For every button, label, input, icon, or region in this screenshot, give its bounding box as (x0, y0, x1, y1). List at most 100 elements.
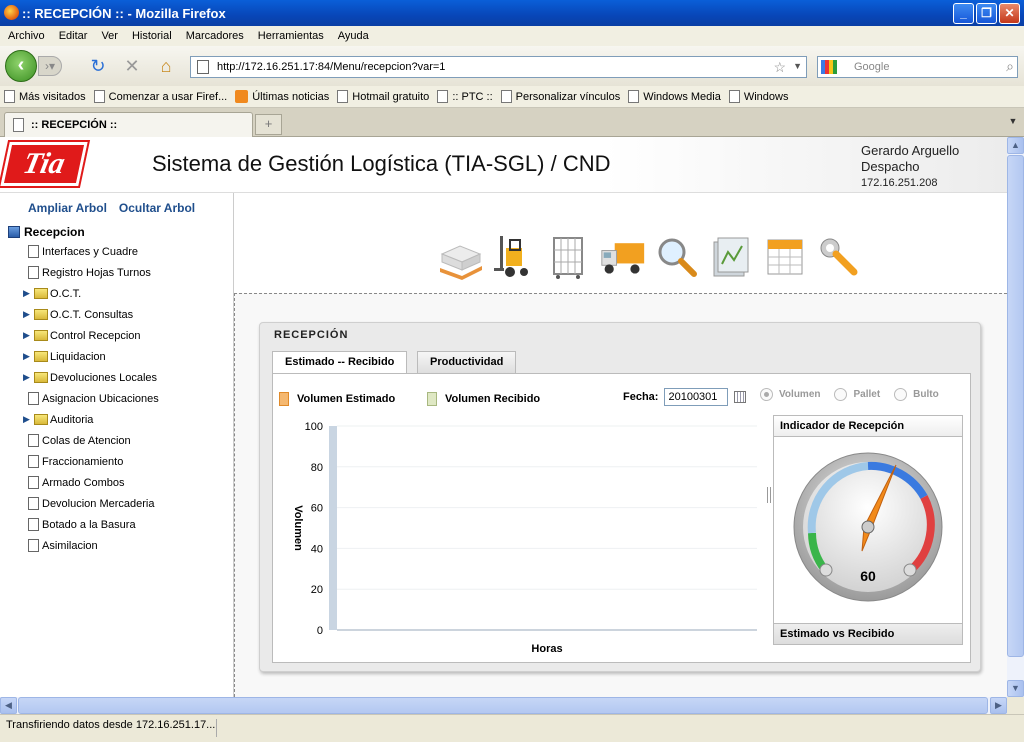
bookmark-ultimas-noticias[interactable]: Últimas noticias (235, 90, 329, 103)
close-button[interactable]: ✕ (999, 3, 1020, 24)
menu-historial[interactable]: Historial (132, 30, 172, 42)
cart-icon[interactable] (546, 233, 592, 281)
hide-tree-link[interactable]: Ocultar Arbol (119, 201, 195, 215)
pallet-icon[interactable] (438, 233, 484, 281)
magnifier-icon[interactable] (654, 233, 700, 281)
search-icon[interactable]: ⌕ (1006, 58, 1014, 75)
page-icon (93, 90, 105, 103)
expand-arrow-icon[interactable]: ▶ (23, 330, 30, 341)
bookmark-windows-media[interactable]: Windows Media (628, 90, 721, 103)
tree-item[interactable]: Registro Hojas Turnos (8, 262, 159, 283)
back-button[interactable]: ‹ (5, 50, 37, 82)
tree-item[interactable]: Asimilacion (8, 535, 159, 556)
unit-radio-group: Volumen Pallet Bulto (760, 388, 939, 401)
tree-item[interactable]: Interfaces y Cuadre (8, 241, 159, 262)
expand-arrow-icon[interactable]: ▶ (23, 414, 30, 425)
truck-icon[interactable] (600, 233, 646, 281)
scroll-right-icon[interactable]: ▶ (990, 697, 1007, 714)
bookmark-star-icon[interactable]: ☆ (773, 59, 786, 76)
minimize-button[interactable]: _ (953, 3, 974, 24)
expand-tree-link[interactable]: Ampliar Arbol (28, 201, 107, 215)
chevron-down-icon[interactable]: ▼ (793, 61, 802, 71)
search-input[interactable]: Google ⌕ (817, 56, 1018, 78)
expand-arrow-icon[interactable]: ▶ (23, 288, 30, 299)
page-icon (437, 90, 449, 103)
gauge-panel: Indicador de Recepción 60 Estimado vs Re… (773, 415, 963, 645)
tree-item[interactable]: ▶ Control Recepcion (8, 325, 159, 346)
tree-item[interactable]: Asignacion Ubicaciones (8, 388, 159, 409)
tree-item-label: Registro Hojas Turnos (42, 266, 151, 279)
menu-ayuda[interactable]: Ayuda (338, 30, 369, 42)
stop-icon[interactable]: ✕ (122, 57, 142, 77)
folder-chart-icon[interactable] (708, 233, 754, 281)
tree-item[interactable]: Armado Combos (8, 472, 159, 493)
home-icon[interactable]: ⌂ (156, 57, 176, 77)
x-axis-label: Horas (531, 643, 562, 655)
bookmark-windows[interactable]: Windows (728, 90, 788, 103)
scroll-left-icon[interactable]: ◀ (0, 697, 17, 714)
tab-estimado-recibido[interactable]: Estimado -- Recibido (272, 351, 408, 374)
window-titlebar: :: RECEPCIÓN :: - Mozilla Firefox _ ❐ ✕ (0, 0, 1024, 26)
address-bar[interactable]: http://172.16.251.17:84/Menu/recepcion?v… (190, 56, 807, 78)
tree-item[interactable]: Fraccionamiento (8, 451, 159, 472)
scroll-thumb[interactable] (1007, 155, 1024, 657)
new-tab-button[interactable]: + (255, 114, 282, 135)
scroll-up-icon[interactable]: ▲ (1007, 137, 1024, 154)
page-icon (500, 90, 512, 103)
expand-arrow-icon[interactable]: ▶ (23, 309, 30, 320)
tree-item[interactable]: ▶ O.C.T. Consultas (8, 304, 159, 325)
expand-arrow-icon[interactable]: ▶ (23, 372, 30, 383)
splitter-handle[interactable] (767, 487, 771, 503)
bookmark-mas-visitados[interactable]: Más visitados (4, 90, 86, 103)
address-url: http://172.16.251.17:84/Menu/recepcion?v… (217, 61, 446, 73)
document-icon (28, 245, 39, 258)
menu-marcadores[interactable]: Marcadores (186, 30, 244, 42)
fecha-input[interactable]: 20100301 (664, 388, 729, 406)
scroll-corner (1007, 697, 1024, 714)
tab-productividad[interactable]: Productividad (417, 351, 517, 373)
tree-item[interactable]: Botado a la Basura (8, 514, 159, 535)
user-ip: 172.16.251.208 (861, 177, 938, 189)
tree-root[interactable]: Recepcion (8, 223, 159, 241)
forward-button[interactable]: ›▾ (38, 56, 62, 76)
radio-pallet[interactable]: Pallet (834, 388, 880, 401)
tree-item[interactable]: Devolucion Mercaderia (8, 493, 159, 514)
bookmark-personalizar[interactable]: Personalizar vínculos (500, 90, 620, 103)
tree-item[interactable]: ▶ O.C.T. (8, 283, 159, 304)
folder-icon (34, 309, 48, 320)
menu-archivo[interactable]: Archivo (8, 30, 45, 42)
radio-label: Bulto (913, 389, 939, 400)
bookmark-ptc[interactable]: :: PTC :: (437, 90, 493, 103)
document-icon (28, 266, 39, 279)
wrench-icon[interactable] (816, 233, 862, 281)
calendar-picker-icon[interactable] (734, 391, 747, 403)
radio-label: Volumen (779, 389, 821, 400)
reload-icon[interactable]: ↻ (88, 57, 108, 77)
tree-item[interactable]: Colas de Atencion (8, 430, 159, 451)
bookmark-hotmail[interactable]: Hotmail gratuito (337, 90, 429, 103)
expand-arrow-icon[interactable]: ▶ (23, 351, 30, 362)
google-icon[interactable] (821, 60, 837, 74)
maximize-button[interactable]: ❐ (976, 3, 997, 24)
menu-ver[interactable]: Ver (101, 30, 118, 42)
radio-bulto[interactable]: Bulto (894, 388, 939, 401)
tree-item[interactable]: ▶ Devoluciones Locales (8, 367, 159, 388)
calendar-icon[interactable] (762, 233, 808, 281)
horizontal-scrollbar[interactable]: ◀ ▶ (0, 697, 1007, 714)
module-toolbar (438, 233, 862, 281)
tab-recepcion[interactable]: :: RECEPCIÓN :: (4, 112, 253, 137)
radio-volumen[interactable]: Volumen (760, 388, 820, 401)
y-tick-label: 40 (311, 543, 323, 555)
bookmark-comenzar[interactable]: Comenzar a usar Firef... (93, 90, 227, 103)
scroll-down-icon[interactable]: ▼ (1007, 680, 1024, 697)
scroll-thumb[interactable] (18, 697, 988, 714)
tree-item-label: Asignacion Ubicaciones (42, 392, 159, 405)
tree-item[interactable]: ▶ Auditoria (8, 409, 159, 430)
computer-icon (8, 226, 20, 238)
forklift-icon[interactable] (492, 233, 538, 281)
menu-editar[interactable]: Editar (59, 30, 88, 42)
tree-item[interactable]: ▶ Liquidacion (8, 346, 159, 367)
vertical-scrollbar[interactable]: ▲ ▼ (1007, 137, 1024, 697)
menu-herramientas[interactable]: Herramientas (258, 30, 324, 42)
tab-list-icon[interactable]: ▼ (1006, 116, 1020, 130)
